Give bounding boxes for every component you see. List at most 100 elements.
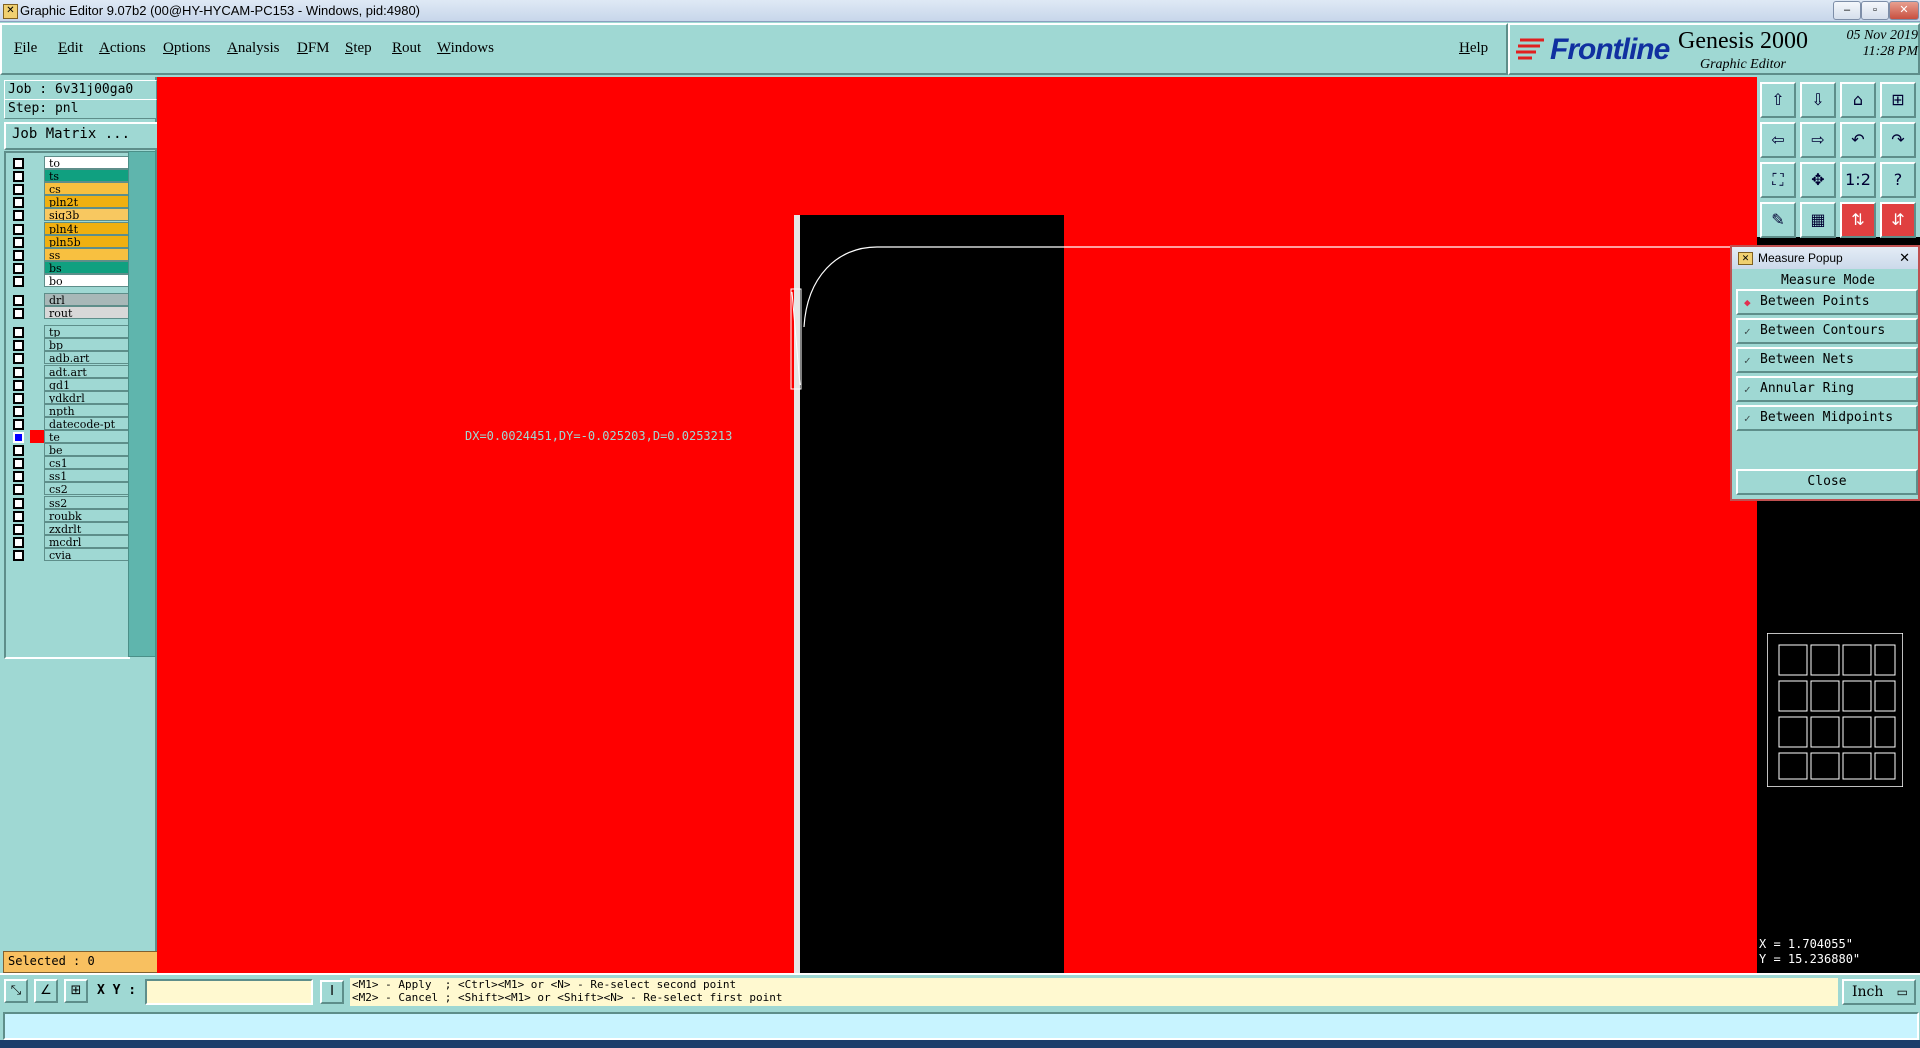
layer-name[interactable]: ts — [44, 169, 130, 183]
unit-selector[interactable]: Inch ▭ — [1842, 979, 1916, 1005]
layer-name[interactable]: ydkdrl — [44, 390, 130, 404]
split-icon[interactable]: ⊞ — [1880, 82, 1916, 118]
measure-popup-title-bar[interactable]: ✕ Measure Popup ✕ — [1732, 247, 1918, 269]
layer-checkbox[interactable] — [13, 405, 24, 417]
layer-name[interactable]: adt.art — [44, 364, 130, 378]
layer-name[interactable]: datecode-pt — [44, 416, 130, 430]
layer-checkbox[interactable] — [13, 223, 24, 235]
layer-name[interactable]: tp — [44, 325, 130, 339]
layer-checkbox[interactable] — [13, 445, 24, 457]
layer-row-zxdrlt[interactable]: zxdrlt — [8, 521, 130, 536]
layer-name[interactable]: roubk — [44, 508, 130, 522]
redo-view-icon[interactable]: ↷ — [1880, 122, 1916, 158]
layer-row-drl[interactable]: drl — [8, 293, 130, 307]
layer-name[interactable]: npth — [44, 403, 130, 417]
layer-row-ss1[interactable]: ss1 — [8, 469, 130, 484]
pan-left-icon[interactable]: ⇦ — [1760, 122, 1796, 158]
layer-row-te[interactable]: te — [8, 430, 130, 444]
layer-row-ts[interactable]: ts — [8, 169, 130, 184]
layer-name[interactable]: ss1 — [44, 469, 130, 483]
menu-help[interactable]: Help — [1459, 40, 1488, 57]
measure-option-between-contours[interactable]: ✓ Between Contours — [1736, 318, 1918, 344]
menu-step[interactable]: Step — [345, 40, 372, 57]
layer-name[interactable]: rout — [44, 306, 130, 320]
layer-checkbox[interactable] — [13, 236, 24, 248]
layer-checkbox[interactable] — [13, 210, 24, 222]
pan-right-icon[interactable]: ⇨ — [1800, 122, 1836, 158]
layer-row-cs2[interactable]: cs2 — [8, 482, 130, 497]
measure-option-between-points[interactable]: ◆ Between Points — [1736, 289, 1918, 315]
menu-file[interactable]: File — [14, 40, 37, 57]
graphics-canvas[interactable]: DX=0.0024451,DY=-0.025203,D=0.0253213 — [157, 77, 1757, 973]
layer-checkbox[interactable] — [13, 262, 24, 274]
layer-checkbox[interactable] — [13, 158, 24, 169]
layer-checkbox[interactable] — [13, 171, 24, 183]
layer-row-gd1[interactable]: gd1 — [8, 377, 130, 392]
info-icon[interactable]: I — [320, 980, 344, 1004]
move-down-icon[interactable]: ⇩ — [1800, 82, 1836, 118]
layer-checkbox[interactable] — [13, 458, 24, 470]
measure-a-icon[interactable]: ⇅ — [1840, 202, 1876, 238]
help-icon[interactable]: ? — [1880, 162, 1916, 198]
layer-row-ss[interactable]: ss — [8, 247, 130, 262]
layer-checkbox[interactable] — [13, 484, 24, 496]
layer-row-npth[interactable]: npth — [8, 403, 130, 418]
layer-name[interactable]: pln5b — [44, 234, 130, 248]
measure-option-between-midpoints[interactable]: ✓ Between Midpoints — [1736, 405, 1918, 431]
job-matrix-button[interactable]: Job Matrix ... — [4, 122, 162, 150]
measure-b-icon[interactable]: ⇵ — [1880, 202, 1916, 238]
layer-row-roubk[interactable]: roubk — [8, 508, 130, 523]
layer-checkbox[interactable] — [13, 295, 24, 306]
measure-close-button[interactable]: Close — [1736, 469, 1918, 495]
home-icon[interactable]: ⌂ — [1840, 82, 1876, 118]
layer-checkbox[interactable] — [13, 392, 24, 404]
layer-name[interactable]: bs — [44, 260, 130, 274]
layer-checkbox[interactable] — [13, 366, 24, 378]
zoom-center-icon[interactable]: ✥ — [1800, 162, 1836, 198]
layer-name[interactable]: bo — [44, 273, 130, 287]
layer-checkbox[interactable] — [13, 418, 24, 430]
menu-analysis[interactable]: Analysis — [227, 40, 280, 57]
menu-windows[interactable]: Windows — [437, 40, 494, 57]
select-mode-icon[interactable]: ⤡ — [4, 979, 28, 1003]
layer-row-bs[interactable]: bs — [8, 260, 130, 275]
layer-row-pln2t[interactable]: pln2t — [8, 195, 130, 210]
measure-option-between-nets[interactable]: ✓ Between Nets — [1736, 347, 1918, 373]
layer-name[interactable]: cs2 — [44, 482, 130, 496]
xy-input[interactable] — [145, 979, 313, 1005]
undo-view-icon[interactable]: ↶ — [1840, 122, 1876, 158]
layer-row-ss2[interactable]: ss2 — [8, 495, 130, 510]
layer-row-adt.art[interactable]: adt.art — [8, 364, 130, 379]
measure-option-annular-ring[interactable]: ✓ Annular Ring — [1736, 376, 1918, 402]
layer-row-adb.art[interactable]: adb.art — [8, 351, 130, 366]
layer-checkbox[interactable] — [13, 510, 24, 522]
layer-name[interactable]: mcdrl — [44, 534, 130, 548]
layer-row-pln4t[interactable]: pln4t — [8, 221, 130, 236]
layer-name[interactable]: pln4t — [44, 221, 130, 235]
maximize-button[interactable]: ▫ — [1861, 1, 1889, 20]
minimize-button[interactable]: – — [1833, 1, 1861, 20]
layer-name[interactable]: cvia — [44, 547, 130, 561]
layer-checkbox[interactable] — [13, 523, 24, 535]
move-up-icon[interactable]: ⇧ — [1760, 82, 1796, 118]
popup-close-icon[interactable]: ✕ — [1899, 247, 1910, 269]
layer-row-cs1[interactable]: cs1 — [8, 456, 130, 471]
layer-name[interactable]: gd1 — [44, 377, 130, 391]
layer-row-tp[interactable]: tp — [8, 325, 130, 340]
layer-row-bo[interactable]: bo — [8, 273, 130, 288]
layer-name[interactable]: ss2 — [44, 495, 130, 509]
fit-icon[interactable]: ⛶ — [1760, 162, 1796, 198]
angle-mode-icon[interactable]: ∠ — [34, 979, 58, 1003]
layer-row-bp[interactable]: bp — [8, 338, 130, 353]
menu-dfm[interactable]: DFM — [297, 40, 330, 57]
layer-row-to[interactable]: to — [8, 156, 130, 170]
layer-name[interactable]: adb.art — [44, 351, 130, 365]
layer-name[interactable]: zxdrlt — [44, 521, 130, 535]
layer-checkbox[interactable] — [13, 497, 24, 509]
layer-name[interactable]: cs1 — [44, 456, 130, 470]
layer-row-be[interactable]: be — [8, 443, 130, 458]
snap-grid-icon[interactable]: ⊞ — [64, 979, 88, 1003]
layer-checkbox[interactable] — [13, 197, 24, 209]
layer-name[interactable]: be — [44, 443, 130, 457]
layer-checkbox[interactable] — [13, 327, 24, 339]
